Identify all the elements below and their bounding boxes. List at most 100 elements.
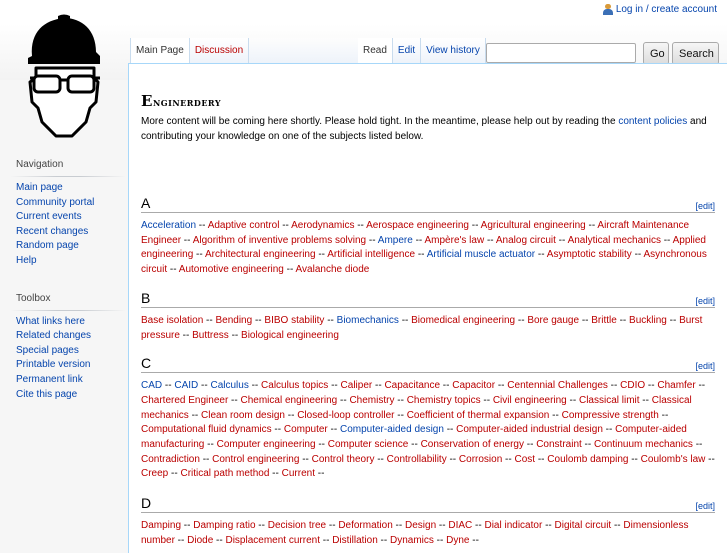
sidebar-item-current-events[interactable]: Current events (16, 211, 82, 222)
sidebar-item-help[interactable]: Help (16, 255, 37, 266)
topic-link[interactable]: Capacitor (452, 380, 495, 391)
section-edit-link[interactable]: [edit] (695, 201, 715, 211)
topic-link[interactable]: BIBO stability (264, 315, 324, 326)
topic-link[interactable]: Buttress (192, 330, 229, 341)
topic-link[interactable]: Classical limit (579, 395, 640, 406)
topic-link[interactable]: Creep (141, 468, 168, 479)
section-edit-link[interactable]: [edit] (695, 296, 715, 306)
topic-link[interactable]: Analog circuit (496, 235, 556, 246)
section-edit-link[interactable]: [edit] (695, 361, 715, 371)
topic-link[interactable]: Calculus topics (261, 380, 328, 391)
topic-link[interactable]: Dynamics (390, 535, 434, 546)
topic-link[interactable]: Closed-loop controller (297, 410, 394, 421)
sidebar-item-printable-version[interactable]: Printable version (16, 359, 90, 370)
login-link[interactable]: Log in / create account (616, 4, 717, 15)
tab-edit[interactable]: Edit (391, 38, 421, 63)
topic-link[interactable]: Biomedical engineering (411, 315, 515, 326)
topic-link[interactable]: Computer engineering (217, 439, 316, 450)
topic-link[interactable]: Current (282, 468, 315, 479)
tab-discussion[interactable]: Discussion (188, 38, 249, 63)
topic-link[interactable]: Capacitance (384, 380, 440, 391)
sidebar-item-special-pages[interactable]: Special pages (16, 345, 79, 356)
tab-view-history[interactable]: View history (420, 38, 486, 63)
topic-link[interactable]: Diode (187, 535, 213, 546)
sidebar-item-community-portal[interactable]: Community portal (16, 197, 94, 208)
topic-link[interactable]: Corrosion (459, 454, 502, 465)
topic-link[interactable]: Conservation of energy (421, 439, 524, 450)
topic-link[interactable]: Decision tree (268, 520, 326, 531)
topic-link[interactable]: Clean room design (201, 410, 285, 421)
topic-link[interactable]: Ampere (378, 235, 413, 246)
topic-link[interactable]: CAD (141, 380, 162, 391)
topic-link[interactable]: Dyne (446, 535, 469, 546)
topic-link[interactable]: Agricultural engineering (481, 220, 586, 231)
topic-link[interactable]: Artificial muscle actuator (427, 249, 535, 260)
tab-read[interactable]: Read (358, 38, 392, 63)
topic-link[interactable]: Design (405, 520, 436, 531)
section-edit-link[interactable]: [edit] (695, 501, 715, 511)
topic-link[interactable]: Avalanche diode (296, 264, 370, 275)
topic-link[interactable]: Analytical mechanics (568, 235, 661, 246)
topic-link[interactable]: Critical path method (180, 468, 269, 479)
topic-link[interactable]: Civil engineering (493, 395, 567, 406)
topic-link[interactable]: Aerodynamics (291, 220, 354, 231)
sidebar-item-cite-this-page[interactable]: Cite this page (16, 389, 77, 400)
topic-link[interactable]: Caliper (341, 380, 373, 391)
topic-link[interactable]: Chartered Engineer (141, 395, 228, 406)
content-policies-link[interactable]: content policies (618, 116, 687, 127)
topic-link[interactable]: Cost (515, 454, 536, 465)
topic-link[interactable]: Damping (141, 520, 181, 531)
topic-link[interactable]: CDIO (620, 380, 645, 391)
sidebar-item-random-page[interactable]: Random page (16, 240, 79, 251)
go-button[interactable]: Go (643, 42, 669, 65)
topic-link[interactable]: Chemistry topics (407, 395, 481, 406)
sidebar-item-what-links-here[interactable]: What links here (16, 316, 85, 327)
topic-link[interactable]: Buckling (629, 315, 667, 326)
topic-link[interactable]: Control engineering (212, 454, 299, 465)
search-button[interactable]: Search (672, 42, 719, 65)
topic-link[interactable]: Bending (215, 315, 252, 326)
sidebar-item-main-page[interactable]: Main page (16, 182, 63, 193)
topic-link[interactable]: Base isolation (141, 315, 203, 326)
topic-link[interactable]: Ampère's law (424, 235, 484, 246)
topic-link[interactable]: Acceleration (141, 220, 196, 231)
topic-link[interactable]: Centennial Challenges (507, 380, 608, 391)
topic-link[interactable]: Chemical engineering (241, 395, 338, 406)
topic-link[interactable]: Computational fluid dynamics (141, 424, 272, 435)
topic-link[interactable]: Adaptive control (208, 220, 280, 231)
topic-link[interactable]: Coulomb's law (641, 454, 706, 465)
topic-link[interactable]: Calculus (210, 380, 248, 391)
topic-link[interactable]: Computer-aided design (340, 424, 444, 435)
topic-link[interactable]: Artificial intelligence (327, 249, 415, 260)
topic-link[interactable]: Dial indicator (484, 520, 542, 531)
topic-link[interactable]: Automotive engineering (179, 264, 284, 275)
topic-link[interactable]: Continuum mechanics (594, 439, 693, 450)
topic-link[interactable]: Chamfer (657, 380, 695, 391)
tab-main-page[interactable]: Main Page (130, 38, 189, 63)
topic-link[interactable]: Bore gauge (527, 315, 579, 326)
topic-link[interactable]: Distillation (332, 535, 378, 546)
topic-link[interactable]: Computer (284, 424, 328, 435)
sidebar-item-recent-changes[interactable]: Recent changes (16, 226, 88, 237)
topic-link[interactable]: Coulomb damping (547, 454, 628, 465)
topic-link[interactable]: Brittle (591, 315, 617, 326)
topic-link[interactable]: Compressive strength (562, 410, 659, 421)
topic-link[interactable]: Control theory (312, 454, 375, 465)
topic-link[interactable]: Aerospace engineering (366, 220, 469, 231)
topic-link[interactable]: Displacement current (225, 535, 319, 546)
topic-link[interactable]: Controllability (387, 454, 447, 465)
topic-link[interactable]: Damping ratio (193, 520, 255, 531)
topic-link[interactable]: Contradiction (141, 454, 200, 465)
topic-link[interactable]: Computer science (328, 439, 409, 450)
topic-link[interactable]: Deformation (338, 520, 392, 531)
sidebar-item-permanent-link[interactable]: Permanent link (16, 374, 83, 385)
topic-link[interactable]: Biological engineering (241, 330, 339, 341)
topic-link[interactable]: Constraint (536, 439, 582, 450)
site-logo[interactable] (20, 12, 110, 148)
topic-link[interactable]: Coefficient of thermal expansion (407, 410, 550, 421)
topic-link[interactable]: Biomechanics (337, 315, 399, 326)
topic-link[interactable]: Chemistry (349, 395, 394, 406)
topic-link[interactable]: CAID (174, 380, 198, 391)
search-input[interactable] (486, 43, 636, 63)
topic-link[interactable]: Algorithm of inventive problems solving (193, 235, 366, 246)
